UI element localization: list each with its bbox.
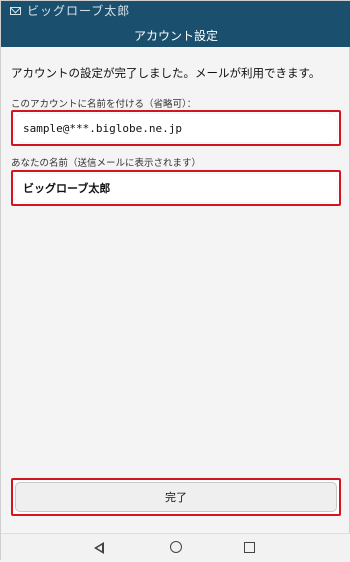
your-name-input[interactable]: ビッグローブ太郎 xyxy=(15,174,337,202)
page-title: アカウント設定 xyxy=(133,28,218,43)
account-name-input[interactable]: sample@***.biglobe.ne.jp xyxy=(15,114,337,142)
recents-icon[interactable] xyxy=(244,542,255,553)
app-header: アカウント設定 xyxy=(1,23,350,47)
home-icon[interactable] xyxy=(170,541,182,553)
mail-notification-icon xyxy=(10,7,21,15)
account-name-field-highlight: sample@***.biglobe.ne.jp xyxy=(11,110,341,146)
completion-message: アカウントの設定が完了しました。メールが利用できます。 xyxy=(11,66,321,80)
navigation-bar xyxy=(1,533,350,562)
status-bar: ビッグローブ太郎 xyxy=(1,1,350,23)
your-name-label: あなたの名前（送信メールに表示されます） xyxy=(11,158,202,169)
account-name-label: このアカウントに名前を付ける（省略可）： xyxy=(11,99,197,110)
notification-text: ビッグローブ太郎 xyxy=(27,4,131,18)
your-name-field-highlight: ビッグローブ太郎 xyxy=(11,170,341,206)
back-icon[interactable] xyxy=(94,542,104,554)
done-button-highlight: 完了 xyxy=(11,478,341,516)
done-button[interactable]: 完了 xyxy=(15,482,337,512)
